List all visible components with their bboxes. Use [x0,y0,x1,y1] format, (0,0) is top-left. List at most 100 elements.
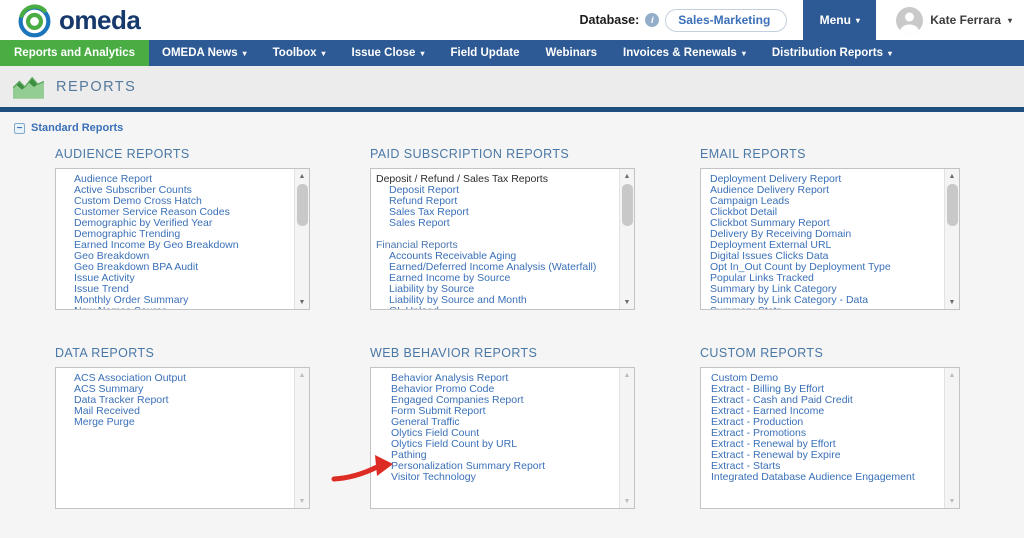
report-link-liability-by-source-and-month[interactable]: Liability by Source and Month [371,295,614,306]
scroll-down-button[interactable]: ▼ [620,295,634,309]
report-link-delivery-by-receiving-domain[interactable]: Delivery By Receiving Domain [701,229,939,240]
report-link-extract-starts[interactable]: Extract - Starts [701,461,939,472]
scroll-track[interactable] [295,382,309,494]
report-link-deployment-delivery-report[interactable]: Deployment Delivery Report [701,174,939,185]
scrollbar[interactable]: ▲▼ [294,169,309,309]
scroll-track[interactable] [620,382,634,494]
report-link-gl-upload[interactable]: GL Upload [371,306,614,310]
report-link-behavior-analysis-report[interactable]: Behavior Analysis Report [371,373,614,384]
report-link-olytics-field-count-by-url[interactable]: Olytics Field Count by URL [371,439,614,450]
report-link-deposit-report[interactable]: Deposit Report [371,185,614,196]
report-link-custom-demo-cross-hatch[interactable]: Custom Demo Cross Hatch [56,196,289,207]
report-link-customer-service-reason-codes[interactable]: Customer Service Reason Codes [56,207,289,218]
report-link-olytics-field-count[interactable]: Olytics Field Count [371,428,614,439]
scrollbar[interactable]: ▲▼ [294,368,309,508]
report-link-clickbot-detail[interactable]: Clickbot Detail [701,207,939,218]
database-input[interactable]: Sales-Marketing [665,9,787,32]
report-link-extract-earned-income[interactable]: Extract - Earned Income [701,406,939,417]
report-link-deployment-external-url[interactable]: Deployment External URL [701,240,939,251]
report-link-campaign-leads[interactable]: Campaign Leads [701,196,939,207]
report-link-summary-by-link-category[interactable]: Summary by Link Category [701,284,939,295]
scroll-down-button[interactable]: ▼ [620,494,634,508]
report-link-popular-links-tracked[interactable]: Popular Links Tracked [701,273,939,284]
info-icon[interactable]: i [645,13,659,27]
report-link-summary-by-link-category-data[interactable]: Summary by Link Category - Data [701,295,939,306]
report-link-engaged-companies-report[interactable]: Engaged Companies Report [371,395,614,406]
menu-button[interactable]: Menu ▾ [803,0,876,40]
report-link-extract-cash-and-paid-credit[interactable]: Extract - Cash and Paid Credit [701,395,939,406]
report-link-sales-report[interactable]: Sales Report [371,218,614,229]
report-link-merge-purge[interactable]: Merge Purge [56,417,289,428]
scroll-thumb[interactable] [622,184,633,226]
report-link-extract-production[interactable]: Extract - Production [701,417,939,428]
report-link-mail-received[interactable]: Mail Received [56,406,289,417]
scroll-up-button[interactable]: ▲ [620,368,634,382]
report-link-visitor-technology[interactable]: Visitor Technology [371,472,614,483]
report-link-accounts-receivable-aging[interactable]: Accounts Receivable Aging [371,251,614,262]
scroll-up-button[interactable]: ▲ [295,368,309,382]
report-link-earned-income-by-geo-breakdown[interactable]: Earned Income By Geo Breakdown [56,240,289,251]
report-link-extract-promotions[interactable]: Extract - Promotions [701,428,939,439]
scroll-up-button[interactable]: ▲ [945,169,959,183]
report-link-audience-report[interactable]: Audience Report [56,174,289,185]
scrollbar[interactable]: ▲▼ [944,368,959,508]
scroll-up-button[interactable]: ▲ [295,169,309,183]
report-link-monthly-order-summary[interactable]: Monthly Order Summary [56,295,289,306]
scroll-down-button[interactable]: ▼ [945,494,959,508]
omeda-logo[interactable]: omeda [16,2,140,39]
nav-item-distribution-reports[interactable]: Distribution Reports▾ [759,40,905,66]
scroll-track[interactable] [295,183,309,295]
collapse-icon[interactable]: − [14,123,25,134]
report-link-opt-in-out-count-by-deployment-type[interactable]: Opt In_Out Count by Deployment Type [701,262,939,273]
report-link-liability-by-source[interactable]: Liability by Source [371,284,614,295]
report-link-extract-renewal-by-expire[interactable]: Extract - Renewal by Expire [701,450,939,461]
report-link-digital-issues-clicks-data[interactable]: Digital Issues Clicks Data [701,251,939,262]
report-link-extract-renewal-by-effort[interactable]: Extract - Renewal by Effort [701,439,939,450]
report-link-audience-delivery-report[interactable]: Audience Delivery Report [701,185,939,196]
report-link-general-traffic[interactable]: General Traffic [371,417,614,428]
scroll-down-button[interactable]: ▼ [945,295,959,309]
scroll-down-button[interactable]: ▼ [295,494,309,508]
nav-item-issue-close[interactable]: Issue Close▾ [339,40,438,66]
report-link-personalization-summary-report[interactable]: Personalization Summary Report [371,461,614,472]
scroll-track[interactable] [620,183,634,295]
report-link-behavior-promo-code[interactable]: Behavior Promo Code [371,384,614,395]
report-link-demographic-by-verified-year[interactable]: Demographic by Verified Year [56,218,289,229]
scroll-down-button[interactable]: ▼ [295,295,309,309]
scrollbar[interactable]: ▲▼ [619,169,634,309]
report-link-form-submit-report[interactable]: Form Submit Report [371,406,614,417]
report-link-extract-billing-by-effort[interactable]: Extract - Billing By Effort [701,384,939,395]
scroll-up-button[interactable]: ▲ [945,368,959,382]
nav-item-omeda-news[interactable]: OMEDA News▾ [149,40,260,66]
standard-reports-toggle[interactable]: − Standard Reports [0,112,1024,134]
nav-item-toolbox[interactable]: Toolbox▾ [260,40,339,66]
user-menu[interactable]: Kate Ferrara ▾ [876,7,1024,34]
report-link-custom-demo[interactable]: Custom Demo [701,373,939,384]
report-link-active-subscriber-counts[interactable]: Active Subscriber Counts [56,185,289,196]
report-link-acs-association-output[interactable]: ACS Association Output [56,373,289,384]
scrollbar[interactable]: ▲▼ [944,169,959,309]
nav-item-invoices-renewals[interactable]: Invoices & Renewals▾ [610,40,759,66]
report-link-issue-trend[interactable]: Issue Trend [56,284,289,295]
report-link-pathing[interactable]: Pathing [371,450,614,461]
report-link-geo-breakdown-bpa-audit[interactable]: Geo Breakdown BPA Audit [56,262,289,273]
report-link-acs-summary[interactable]: ACS Summary [56,384,289,395]
scroll-track[interactable] [945,382,959,494]
report-link-demographic-trending[interactable]: Demographic Trending [56,229,289,240]
nav-item-reports-and-analytics[interactable]: Reports and Analytics [0,40,149,66]
report-link-new-names-source[interactable]: New Names Source [56,306,289,310]
scroll-thumb[interactable] [947,184,958,226]
report-link-integrated-database-audience-engagement[interactable]: Integrated Database Audience Engagement [701,472,939,483]
report-link-issue-activity[interactable]: Issue Activity [56,273,289,284]
report-link-data-tracker-report[interactable]: Data Tracker Report [56,395,289,406]
report-link-clickbot-summary-report[interactable]: Clickbot Summary Report [701,218,939,229]
report-link-summary-stats[interactable]: Summary Stats [701,306,939,310]
report-link-refund-report[interactable]: Refund Report [371,196,614,207]
report-link-sales-tax-report[interactable]: Sales Tax Report [371,207,614,218]
scroll-track[interactable] [945,183,959,295]
report-link-earned-deferred-income-analysis-waterfall[interactable]: Earned/Deferred Income Analysis (Waterfa… [371,262,614,273]
nav-item-webinars[interactable]: Webinars [532,40,610,66]
scrollbar[interactable]: ▲▼ [619,368,634,508]
scroll-thumb[interactable] [297,184,308,226]
report-link-earned-income-by-source[interactable]: Earned Income by Source [371,273,614,284]
